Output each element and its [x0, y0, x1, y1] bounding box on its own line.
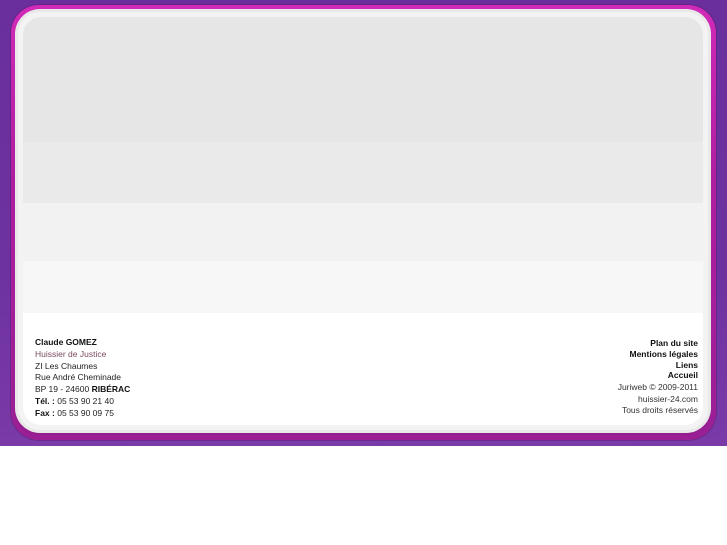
phone-line: Tél. : 05 53 90 21 40 — [35, 396, 130, 408]
banner-band — [23, 142, 703, 203]
links-link[interactable]: Liens — [618, 360, 698, 371]
city: RIBÉRAC — [91, 384, 131, 395]
fax-number: 05 53 90 09 75 — [57, 407, 114, 418]
home-link[interactable]: Accueil — [618, 370, 698, 381]
copyright-text: Juriweb © 2009-2011 — [617, 381, 698, 392]
page: Claude GOMEZ Huissier de Justice ZI Les … — [0, 0, 727, 545]
sitemap-link[interactable]: Plan du site — [618, 338, 698, 349]
contact-title: Huissier de Justice — [35, 348, 107, 359]
legal-notice-link[interactable]: Mentions légales — [618, 349, 699, 360]
fax-label: Fax : — [35, 407, 55, 418]
phone-label: Tél. : — [35, 395, 55, 406]
footer-nav: Plan du site Mentions légales Liens Accu… — [618, 338, 698, 416]
rights-text: Tous droits réservés — [621, 405, 698, 416]
phone-number: 05 53 90 21 40 — [57, 395, 114, 406]
content-card: Claude GOMEZ Huissier de Justice ZI Les … — [18, 12, 708, 430]
postal-prefix: BP 19 - 24600 — [35, 384, 90, 395]
address-line-2: Rue André Cheminade — [35, 372, 122, 383]
fax-line: Fax : 05 53 90 09 75 — [35, 408, 130, 420]
banner-band — [23, 17, 703, 142]
contact-name: Claude GOMEZ — [35, 337, 97, 347]
contact-block: Claude GOMEZ Huissier de Justice ZI Les … — [35, 337, 130, 420]
banner-band — [23, 203, 703, 261]
banner-band — [23, 261, 703, 313]
postal-line: BP 19 - 24600 RIBÉRAC — [35, 384, 130, 396]
address-line-1: ZI Les Chaumes — [35, 360, 98, 371]
domain-text: huissier-24.com — [638, 393, 698, 404]
